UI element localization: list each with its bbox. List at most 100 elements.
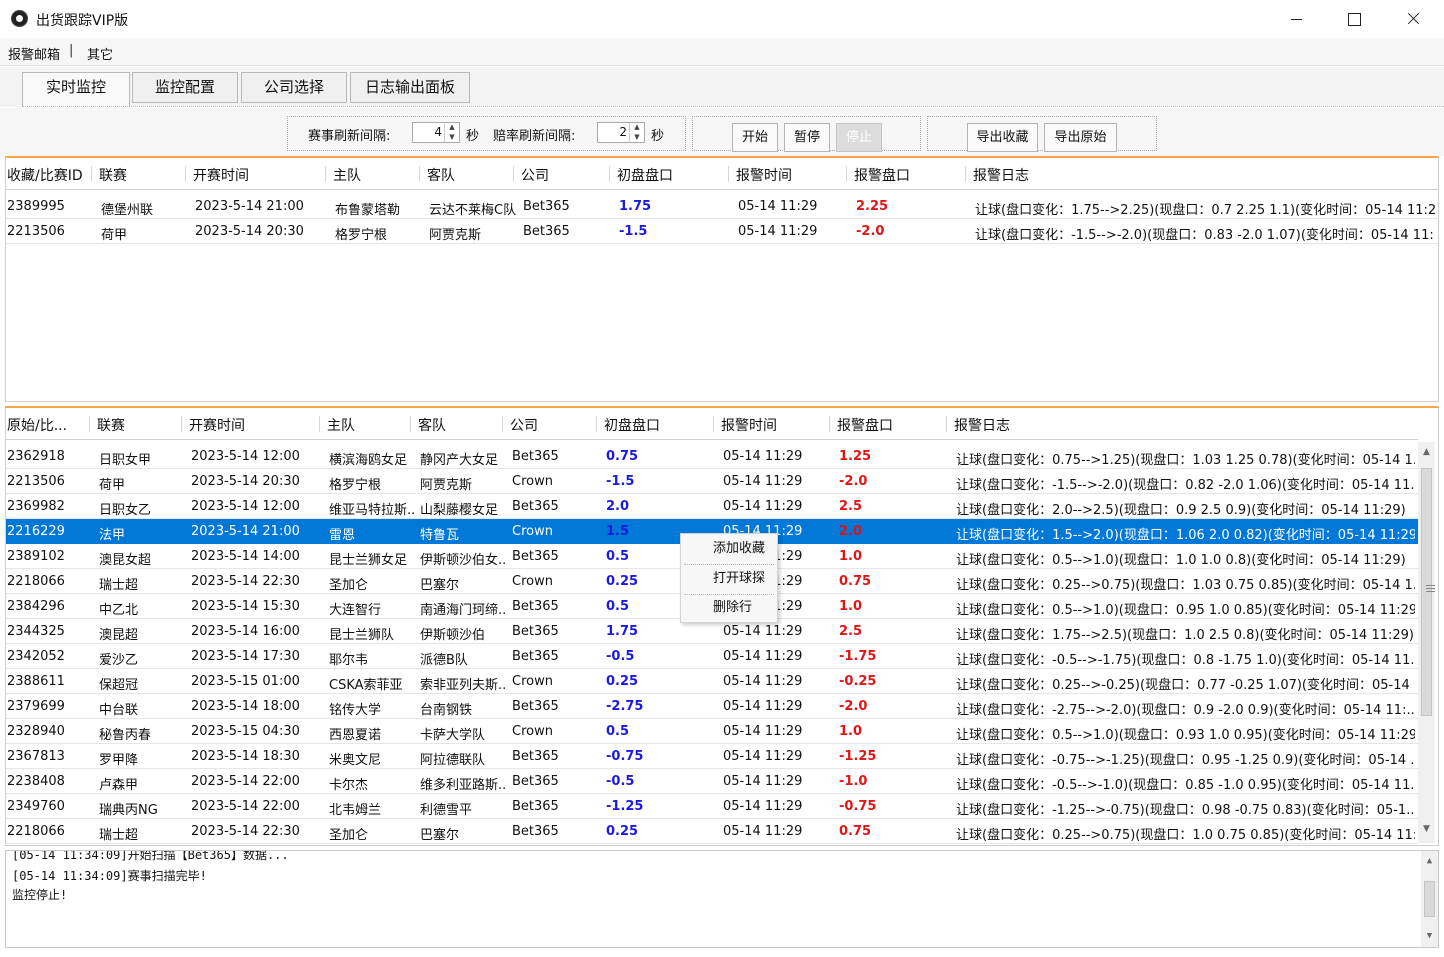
column-header[interactable]: 主队 [327,415,355,435]
match-refresh-spinner[interactable]: 4 ▲ ▼ [412,122,460,143]
table-cell: 05-14 11:29 [723,749,803,764]
column-header[interactable]: 初盘盘口 [604,415,660,435]
column-divider[interactable] [829,416,830,432]
tab-bar: 实时监控 监控配置 公司选择 日志输出面板 [0,67,1444,107]
column-divider[interactable] [419,166,420,182]
column-divider[interactable] [965,166,966,182]
ctx-add-favorite[interactable]: 添加收藏 [681,535,777,563]
maximize-button[interactable] [1325,0,1383,38]
spinner-up-icon[interactable]: ▲ [629,123,644,132]
tab-company-select[interactable]: 公司选择 [241,72,347,103]
spinner-up-icon[interactable]: ▲ [444,123,459,132]
column-header[interactable]: 公司 [521,165,549,185]
column-divider[interactable] [713,416,714,432]
odds-refresh-spinner[interactable]: 2 ▲ ▼ [597,122,645,143]
table-scrollbar[interactable]: ▲ ▼ [1418,442,1435,843]
export-original-button[interactable]: 导出原始 [1044,123,1117,152]
scroll-thumb[interactable] [1421,468,1435,716]
column-divider[interactable] [89,416,90,432]
start-button[interactable]: 开始 [732,123,778,152]
tab-log-panel[interactable]: 日志输出面板 [350,72,470,103]
column-header[interactable]: 报警盘口 [837,415,893,435]
table-cell: 让球(盘口变化：0.5-->1.0)(现盘口：0.93 1.0 0.95)(变化… [956,728,1415,743]
table-row[interactable]: 2388611 保超冠 2023-5-15 01:00 CSKA索菲亚 索非亚列夫斯..… [6,669,1418,694]
stop-button[interactable]: 停止 [836,123,882,152]
column-divider[interactable] [410,416,411,432]
log-line: 监控停止! [12,888,68,902]
table-cell: 维多利亚路斯... [420,778,506,793]
column-divider[interactable] [596,416,597,432]
column-divider[interactable] [181,416,182,432]
column-header[interactable]: 联赛 [99,165,127,185]
export-favorites-button[interactable]: 导出收藏 [967,123,1038,152]
spinner-down-icon[interactable]: ▼ [629,133,644,142]
column-header[interactable]: 主队 [333,165,361,185]
minimize-button[interactable] [1267,0,1325,38]
scroll-down-icon[interactable]: ▼ [1421,928,1438,945]
column-divider[interactable] [502,416,503,432]
table-row[interactable]: 2369982 日职女乙 2023-5-14 12:00 维亚马特拉斯... 山梨藤樱女… [6,494,1418,519]
column-divider[interactable] [91,166,92,182]
column-header[interactable]: 收藏/比赛ID [7,165,83,185]
table-cell: 1.0 [839,549,863,564]
column-divider[interactable] [728,166,729,182]
column-header[interactable]: 开赛时间 [189,415,245,435]
column-divider[interactable] [185,166,186,182]
table-cell: Crown [512,474,553,489]
table-cell: 2023-5-15 04:30 [191,724,300,739]
column-divider[interactable] [319,416,320,432]
table-cell: 2218066 [7,574,65,589]
table-row[interactable]: 2362918 日职女甲 2023-5-14 12:00 横滨海鸥女足 静冈产大女足 Be… [6,444,1418,469]
table-cell: 05-14 11:29 [723,724,803,739]
log-output[interactable]: [05-14 11:34:09]开始扫描【Bet365】数据... [05-14… [5,850,1439,948]
column-header[interactable]: 联赛 [97,415,125,435]
spinner-down-icon[interactable]: ▼ [444,133,459,142]
tab-monitor-config[interactable]: 监控配置 [132,72,238,103]
close-button[interactable] [1384,0,1442,38]
table-cell: -1.0 [839,774,868,789]
column-header[interactable]: 报警日志 [954,415,1010,435]
ctx-delete-row[interactable]: 删除行 [681,594,777,622]
table-row[interactable]: 2218066 瑞士超 2023-5-14 22:30 圣加仑 巴塞尔 Bet365 0.2… [6,819,1418,844]
table-row[interactable]: 2349760 瑞典丙NG 2023-5-14 22:00 北韦姆兰 利德雪平 Bet36… [6,794,1418,819]
table-cell: 让球(盘口变化：-1.25-->-0.75)(现盘口：0.98 -0.75 0.… [956,803,1415,818]
table-row[interactable]: 2328940 秘鲁丙春 2023-5-15 04:30 西恩夏诺 卡萨大学队 Crown… [6,719,1418,744]
menu-other[interactable]: 其它 [87,44,113,63]
table-row[interactable]: 2238408 卢森甲 2023-5-14 22:00 卡尔杰 维多利亚路斯... Bet… [6,769,1418,794]
table-row[interactable]: 2379699 中台联 2023-5-14 18:00 铭传大学 台南钢铁 Bet365 -… [6,694,1418,719]
table-cell: 2023-5-14 12:00 [191,499,300,514]
menu-alarm-email[interactable]: 报警邮箱 [8,44,60,63]
scroll-down-icon[interactable]: ▼ [1418,821,1435,838]
table-row[interactable]: 2367813 罗甲降 2023-5-14 18:30 米奥文尼 阿拉德联队 Bet365… [6,744,1418,769]
column-header[interactable]: 报警时间 [721,415,777,435]
table-cell: Bet365 [512,824,559,839]
column-header[interactable]: 报警盘口 [854,165,910,185]
table-row[interactable]: 2342052 爱沙乙 2023-5-14 17:30 耶尔韦 派德B队 Bet365 -0… [6,644,1418,669]
column-header[interactable]: 公司 [510,415,538,435]
column-divider[interactable] [513,166,514,182]
column-header[interactable]: 原始/比... [7,415,67,435]
column-divider[interactable] [609,166,610,182]
log-scrollbar[interactable]: ▲ ▼ [1421,851,1438,947]
column-header[interactable]: 客队 [427,165,455,185]
column-header[interactable]: 报警日志 [973,165,1029,185]
scroll-thumb[interactable] [1424,881,1435,917]
column-header[interactable]: 报警时间 [736,165,792,185]
tab-realtime-monitor[interactable]: 实时监控 [22,72,130,107]
table-cell: -1.25 [839,749,877,764]
column-divider[interactable] [946,416,947,432]
column-header[interactable]: 初盘盘口 [617,165,673,185]
scroll-up-icon[interactable]: ▲ [1418,444,1435,461]
ctx-open-qiutan[interactable]: 打开球探 [681,565,777,593]
table-row[interactable]: 2213506 荷甲 2023-5-14 20:30 格罗宁根 阿贾克斯 Crown -1.… [6,469,1418,494]
scroll-up-icon[interactable]: ▲ [1421,853,1438,870]
column-divider[interactable] [846,166,847,182]
table-row[interactable]: 2389995 德堡州联 2023-5-14 21:00 布鲁蒙塔勒 云达不莱梅C队 Be… [6,194,1438,219]
column-header[interactable]: 客队 [418,415,446,435]
pause-button[interactable]: 暂停 [784,123,830,152]
column-divider[interactable] [325,166,326,182]
table-cell: 荷甲 [99,478,126,493]
column-header[interactable]: 开赛时间 [193,165,249,185]
table-cell: -2.0 [856,224,885,239]
table-row[interactable]: 2213506 荷甲 2023-5-14 20:30 格罗宁根 阿贾克斯 Bet365 -1… [6,219,1438,244]
